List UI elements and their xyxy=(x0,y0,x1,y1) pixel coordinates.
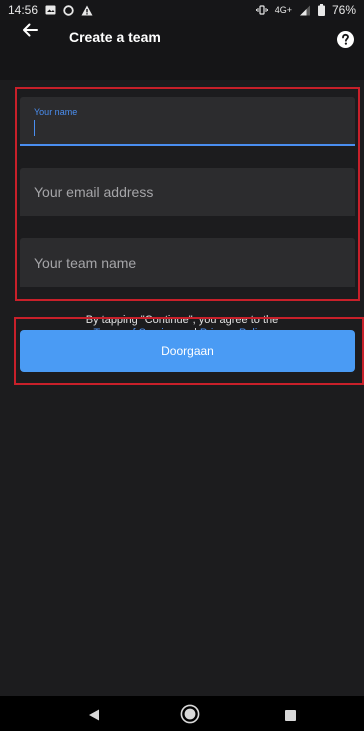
vibrate-icon xyxy=(255,5,268,15)
team-name-field[interactable] xyxy=(20,238,355,287)
name-field-label: Your name xyxy=(34,107,78,117)
warning-icon xyxy=(81,5,93,16)
page-title: Create a team xyxy=(69,29,161,45)
nav-back-icon[interactable] xyxy=(88,708,100,721)
image-icon xyxy=(45,5,56,15)
app-bar xyxy=(0,20,364,80)
system-nav-bar xyxy=(0,696,364,731)
status-left: 14:56 xyxy=(8,3,93,17)
nav-home-icon[interactable] xyxy=(180,704,200,724)
team-name-field-container xyxy=(20,238,355,287)
status-time: 14:56 xyxy=(8,3,39,17)
battery-icon xyxy=(317,4,325,16)
help-icon[interactable] xyxy=(337,31,354,48)
back-arrow-icon[interactable] xyxy=(20,20,40,40)
status-bar: 14:56 4G+ 76% xyxy=(0,0,364,20)
status-right: 4G+ 76% xyxy=(255,3,356,17)
text-cursor xyxy=(34,120,35,136)
signal-icon xyxy=(299,5,311,16)
circle-icon xyxy=(63,4,74,16)
network-type: 4G+ xyxy=(274,5,292,15)
name-field[interactable]: Your name xyxy=(20,97,355,146)
email-field[interactable] xyxy=(20,168,355,216)
nav-recents-icon[interactable] xyxy=(285,708,296,721)
email-field-container xyxy=(20,168,355,216)
continue-button[interactable]: Doorgaan xyxy=(20,330,355,372)
battery-percent: 76% xyxy=(331,3,356,17)
